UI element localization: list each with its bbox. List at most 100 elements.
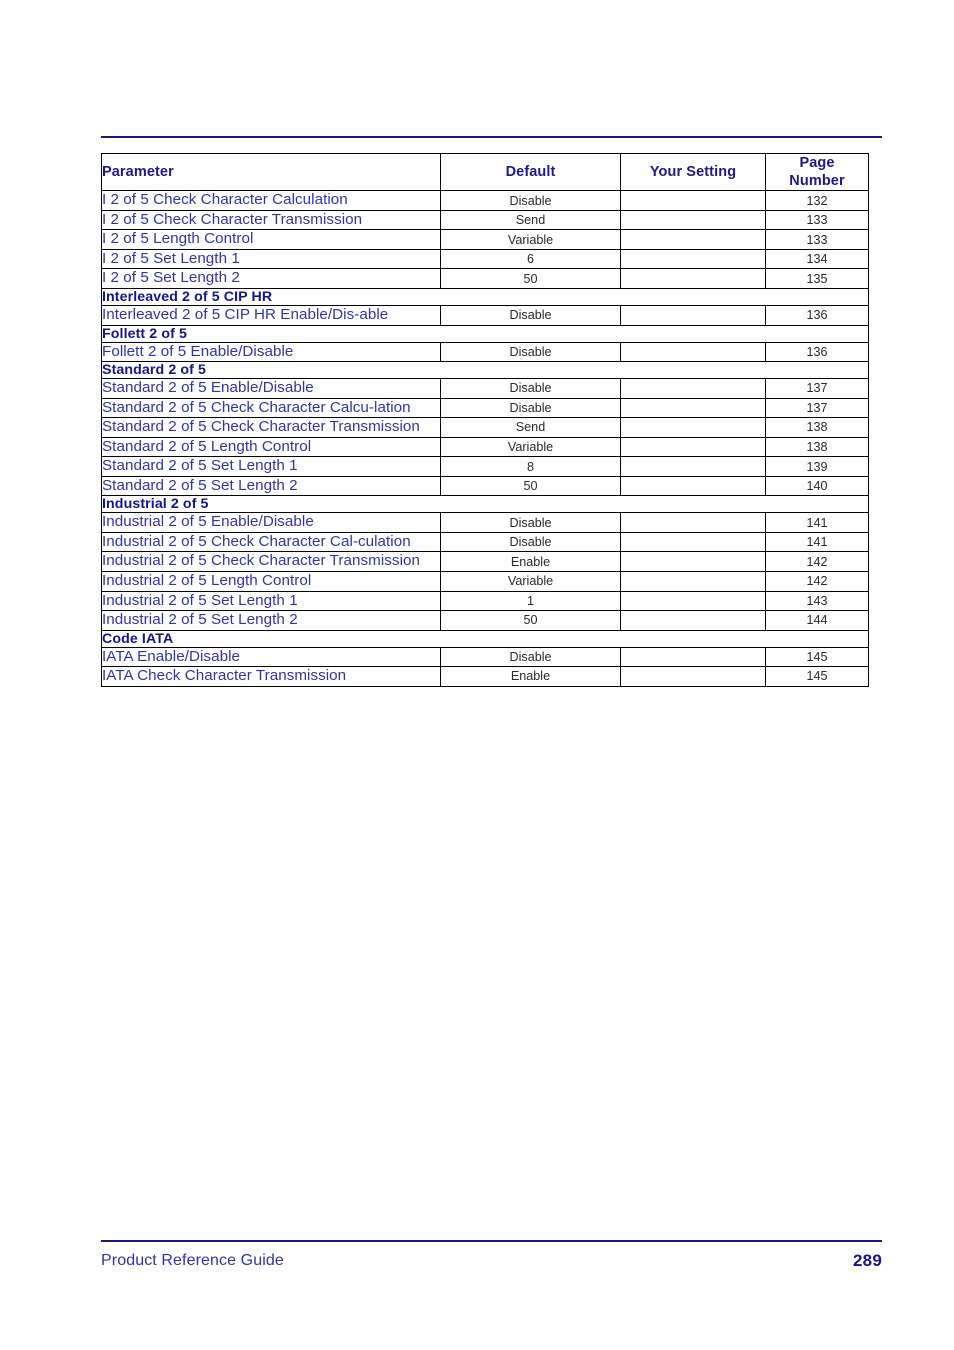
- your-setting-cell[interactable]: [620, 304, 766, 326]
- table-row: I 2 of 5 Length Control Variable 133: [101, 229, 869, 250]
- your-setting-cell[interactable]: [620, 610, 766, 631]
- table-row: Standard 2 of 5 Set Length 1 8 139: [101, 456, 869, 477]
- parameter-name-cell: Industrial 2 of 5 Set Length 1: [101, 590, 441, 612]
- parameter-name-cell: I 2 of 5 Check Character Transmission: [101, 209, 441, 231]
- parameter-name-cell: Standard 2 of 5 Set Length 1: [101, 456, 441, 477]
- table-header: Parameter Default Your Setting Page Numb…: [101, 152, 869, 192]
- table-row: Industrial 2 of 5 Enable/Disable Disable 1…: [101, 512, 869, 533]
- table-row: Follett 2 of 5 Enable/Disable Disable 136: [101, 341, 869, 363]
- section-heading: Follett 2 of 5: [101, 324, 869, 343]
- page-number-cell: 132: [765, 190, 869, 211]
- your-setting-cell[interactable]: [620, 397, 766, 419]
- your-setting-cell[interactable]: [620, 190, 766, 211]
- document-page: Parameter Default Your Setting Page Numb…: [0, 0, 954, 1350]
- your-setting-cell[interactable]: [620, 666, 766, 687]
- your-setting-cell[interactable]: [620, 341, 766, 363]
- default-value-cell: 50: [440, 610, 621, 631]
- your-setting-cell[interactable]: [620, 378, 766, 399]
- default-value-cell: 50: [440, 475, 621, 497]
- parameter-name-cell: I 2 of 5 Set Length 1: [101, 248, 441, 270]
- parameter-name-cell: Standard 2 of 5 Set Length 2: [101, 475, 441, 497]
- table-row: I 2 of 5 Set Length 1 6 134: [101, 248, 869, 270]
- footer-rule: [101, 1240, 882, 1242]
- page-number-cell: 138: [765, 436, 869, 458]
- page-number-cell: 145: [765, 666, 869, 687]
- parameter-name-cell: I 2 of 5 Length Control: [101, 229, 441, 250]
- your-setting-cell[interactable]: [620, 571, 766, 592]
- parameter-name-cell: IATA Check Character Transmission: [101, 666, 441, 687]
- your-setting-cell[interactable]: [620, 512, 766, 533]
- parameter-name-cell: Standard 2 of 5 Check Character Calcu-la…: [101, 397, 441, 419]
- your-setting-cell[interactable]: [620, 475, 766, 497]
- parameter-name-cell: Industrial 2 of 5 Set Length 2: [101, 610, 441, 631]
- your-setting-cell[interactable]: [620, 456, 766, 477]
- page-number-cell: 139: [765, 456, 869, 477]
- table-row: Industrial 2 of 5 Set Length 1 1 143: [101, 590, 869, 612]
- table-row: IATA Enable/Disable Disable 145: [101, 646, 869, 668]
- page-number-cell: 137: [765, 378, 869, 399]
- page-number-cell: 134: [765, 248, 869, 270]
- default-value-cell: Disable: [440, 646, 621, 668]
- parameter-name-cell: I 2 of 5 Check Character Calculation: [101, 190, 441, 211]
- table-header-row: Parameter Default Your Setting Page Numb…: [101, 152, 869, 192]
- table-row: Standard 2 of 5 Length Control Variable 13…: [101, 436, 869, 458]
- default-value-cell: Variable: [440, 229, 621, 250]
- your-setting-cell[interactable]: [620, 646, 766, 668]
- page-number-cell: 133: [765, 229, 869, 250]
- page-number-cell: 143: [765, 590, 869, 612]
- your-setting-cell[interactable]: [620, 417, 766, 438]
- default-value-cell: 8: [440, 456, 621, 477]
- default-value-cell: Variable: [440, 436, 621, 458]
- parameter-name-cell: Follett 2 of 5 Enable/Disable: [101, 341, 441, 363]
- default-value-cell: 1: [440, 590, 621, 612]
- table-row: Industrial 2 of 5 Length Control Variable…: [101, 571, 869, 592]
- default-value-cell: Disable: [440, 397, 621, 419]
- table-row: Industrial 2 of 5 Set Length 2 50 144: [101, 610, 869, 631]
- your-setting-cell[interactable]: [620, 248, 766, 270]
- default-value-cell: Disable: [440, 512, 621, 533]
- column-header-page-number: Page Number: [765, 152, 869, 192]
- parameter-name-cell: Industrial 2 of 5 Check Character Cal-cu…: [101, 531, 441, 553]
- default-value-cell: Enable: [440, 551, 621, 572]
- section-heading: Standard 2 of 5: [101, 361, 869, 380]
- section-heading: Industrial 2 of 5: [101, 495, 869, 514]
- footer-page-number: 289: [853, 1251, 882, 1270]
- your-setting-cell[interactable]: [620, 209, 766, 231]
- parameter-name-cell: Interleaved 2 of 5 CIP HR Enable/Dis-abl…: [101, 304, 441, 326]
- table-row: I 2 of 5 Check Character Transmission Sen…: [101, 209, 869, 231]
- table-row: I 2 of 5 Check Character Calculation Disa…: [101, 190, 869, 211]
- your-setting-cell[interactable]: [620, 268, 766, 289]
- page-number-cell: 136: [765, 304, 869, 326]
- your-setting-cell[interactable]: [620, 436, 766, 458]
- your-setting-cell[interactable]: [620, 590, 766, 612]
- default-value-cell: 50: [440, 268, 621, 289]
- default-value-cell: 6: [440, 248, 621, 270]
- parameter-name-cell: I 2 of 5 Set Length 2: [101, 268, 441, 289]
- page-footer: Product Reference Guide 289: [101, 1246, 882, 1276]
- table-row: Industrial 2 of 5 Check Character Transm…: [101, 551, 869, 572]
- table-section-row: Follett 2 of 5: [101, 324, 869, 343]
- your-setting-cell[interactable]: [620, 551, 766, 572]
- page-number-cell: 140: [765, 475, 869, 497]
- parameter-name-cell: Industrial 2 of 5 Length Control: [101, 571, 441, 592]
- table-section-row: Standard 2 of 5: [101, 361, 869, 380]
- page-number-cell: 141: [765, 531, 869, 553]
- column-header-parameter: Parameter: [101, 152, 441, 192]
- page-number-cell: 138: [765, 417, 869, 438]
- page-number-cell: 141: [765, 512, 869, 533]
- column-header-default: Default: [440, 152, 621, 192]
- table-section-row: Code IATA: [101, 629, 869, 648]
- default-value-cell: Disable: [440, 190, 621, 211]
- parameter-name-cell: IATA Enable/Disable: [101, 646, 441, 668]
- your-setting-cell[interactable]: [620, 531, 766, 553]
- table-row: IATA Check Character Transmission Enable 1…: [101, 666, 869, 687]
- section-heading: Interleaved 2 of 5 CIP HR: [101, 287, 869, 306]
- default-value-cell: Send: [440, 209, 621, 231]
- page-number-cell: 135: [765, 268, 869, 289]
- parameter-name-cell: Industrial 2 of 5 Check Character Transm…: [101, 551, 441, 572]
- table-section-row: Industrial 2 of 5: [101, 495, 869, 514]
- table-section-row: Interleaved 2 of 5 CIP HR: [101, 287, 869, 306]
- default-value-cell: Disable: [440, 378, 621, 399]
- your-setting-cell[interactable]: [620, 229, 766, 250]
- parameter-table: Parameter Default Your Setting Page Numb…: [101, 152, 869, 687]
